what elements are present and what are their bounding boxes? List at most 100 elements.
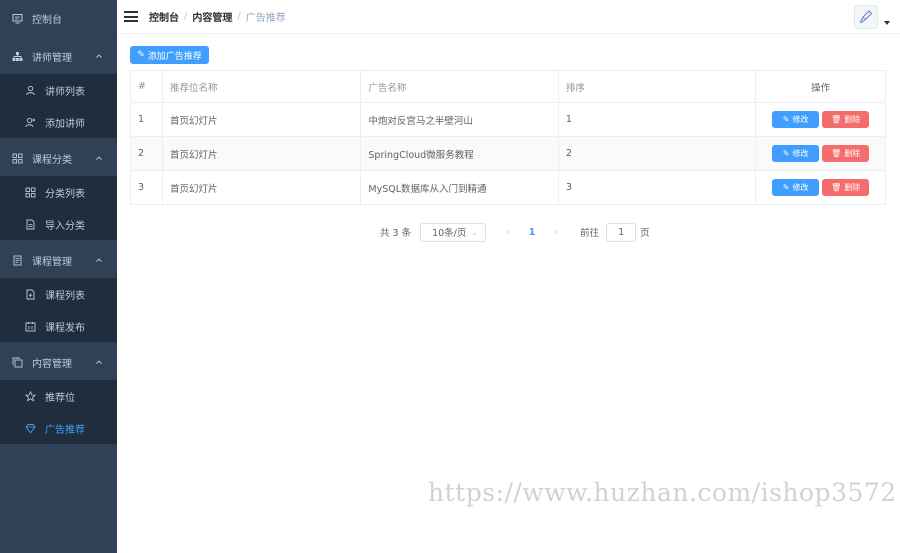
sidebar-group-label: 课程管理 [32,256,72,268]
delete-label: 删除 [844,115,861,124]
pagination: 共 3 条 10条/页 ⌄ ‹ 1 › 前往 页 [380,222,650,242]
goto-suffix: 页 [640,228,650,239]
sidebar-item-ad-recommend[interactable]: 广告推荐 [0,412,117,444]
chevron-up-icon [96,156,102,160]
page-size-value: 10条/页 [432,228,467,239]
sidebar-item-label: 添加讲师 [45,118,85,130]
next-page-button[interactable]: › [546,227,566,238]
cell-position: 首页幻灯片 [163,103,362,136]
sidebar-item-label: 课程发布 [45,322,85,334]
edit-button[interactable]: ✎ 修改 [772,179,820,196]
sidebar-item-add-teacher[interactable]: 添加讲师 [0,106,117,138]
avatar[interactable] [854,5,878,29]
goto-prefix: 前往 [580,228,600,239]
goto-page-input[interactable] [606,222,637,242]
sidebar-group-label: 内容管理 [32,358,72,370]
sidebar-item-dashboard[interactable]: 控制台 [0,0,117,36]
table-row: 2 首页幻灯片 SpringCloud微服务教程 2 ✎ 修改 🗑 删除 [131,137,885,171]
delete-label: 删除 [844,183,861,192]
edit-button[interactable]: ✎ 修改 [772,145,820,162]
delete-label: 删除 [844,149,861,158]
trash-icon: 🗑 [831,183,842,192]
trash-icon: 🗑 [831,115,842,124]
cell-sort: 1 [559,103,757,136]
breadcrumb-item[interactable]: 控制台 [149,9,179,24]
hamburger-menu-icon[interactable] [124,11,138,22]
sidebar-item-course-publish[interactable]: 课程发布 [0,310,117,342]
sidebar-group-course[interactable]: 课程管理 [0,242,117,278]
cell-index: 1 [131,103,163,136]
sidebar-item-recommend-position[interactable]: 推荐位 [0,380,117,412]
cell-position: 首页幻灯片 [163,137,362,170]
sidebar-item-label: 广告推荐 [45,424,85,436]
sidebar-item-import-category[interactable]: 导入分类 [0,208,117,240]
navbar: 控制台 / 内容管理 / 广告推荐 [117,0,900,34]
cell-name: 中炮对反宫马之半壁河山 [361,103,559,136]
prev-page-button[interactable]: ‹ [498,227,518,238]
document-add-icon [25,289,36,300]
edit-icon: ✎ [137,50,145,60]
chevron-up-icon [96,54,102,58]
delete-button[interactable]: 🗑 删除 [822,145,870,162]
page-number[interactable]: 1 [522,227,542,238]
breadcrumb-current: 广告推荐 [245,13,286,24]
add-ad-recommend-button[interactable]: ✎ 添加广告推荐 [130,46,209,64]
edit-label: 修改 [792,183,809,192]
cell-actions: ✎ 修改 🗑 删除 [756,137,885,170]
cell-sort: 2 [559,137,757,170]
sidebar-item-course-list[interactable]: 课程列表 [0,278,117,310]
ad-table: # 推荐位名称 广告名称 排序 操作 1 首页幻灯片 中炮对反宫马之半壁河山 1… [130,70,886,205]
sidebar-item-category-list[interactable]: 分类列表 [0,176,117,208]
trash-icon: 🗑 [831,149,842,158]
user-icon [25,85,36,96]
chevron-up-icon [96,360,102,364]
pagination-total: 共 3 条 [380,228,412,239]
edit-icon: ✎ [782,149,790,158]
date-icon [25,321,36,332]
cell-actions: ✎ 修改 🗑 删除 [756,103,885,136]
edit-button[interactable]: ✎ 修改 [772,111,820,128]
user-add-icon [25,117,36,128]
sidebar-group-label: 课程分类 [32,154,72,166]
sidebar-group-label: 讲师管理 [32,52,72,64]
notebook-icon [12,255,23,266]
column-header: # [131,71,163,102]
brush-icon [859,10,873,24]
sitemap-icon [12,51,23,62]
sidebar: 控制台 讲师管理 讲师列表 添加讲师 课程分类 分类列表 导入分类 课程管理 课… [0,0,117,553]
sidebar-item-label: 课程列表 [45,290,85,302]
chevron-up-icon [96,258,102,262]
sidebar-group-content[interactable]: 内容管理 [0,344,117,380]
column-header: 推荐位名称 [163,71,362,102]
sidebar-item-label: 推荐位 [45,392,75,404]
table-row: 3 首页幻灯片 MySQL数据库从入门到精通 3 ✎ 修改 🗑 删除 [131,171,885,205]
document-icon [25,219,36,230]
column-header: 广告名称 [361,71,559,102]
edit-icon: ✎ [782,183,790,192]
delete-button[interactable]: 🗑 删除 [822,179,870,196]
edit-label: 修改 [792,149,809,158]
breadcrumb-separator: / [237,11,241,22]
grid-icon [12,153,23,164]
sidebar-item-teacher-list[interactable]: 讲师列表 [0,74,117,106]
cell-position: 首页幻灯片 [163,171,362,204]
sidebar-item-label: 导入分类 [45,220,85,232]
copy-document-icon [12,357,23,368]
page-size-select[interactable]: 10条/页 ⌄ [420,222,487,242]
user-dropdown[interactable] [854,5,890,29]
watermark: https://www.huzhan.com/ishop3572 [428,478,897,507]
edit-label: 修改 [792,115,809,124]
sidebar-item-label: 控制台 [32,14,62,26]
table-header-row: # 推荐位名称 广告名称 排序 操作 [131,71,885,103]
cell-name: SpringCloud微服务教程 [361,137,559,170]
cell-index: 2 [131,137,163,170]
table-row: 1 首页幻灯片 中炮对反宫马之半壁河山 1 ✎ 修改 🗑 删除 [131,103,885,137]
diamond-icon [25,423,36,434]
cell-name: MySQL数据库从入门到精通 [361,171,559,204]
sidebar-group-teacher[interactable]: 讲师管理 [0,38,117,74]
delete-button[interactable]: 🗑 删除 [822,111,870,128]
monitor-icon [12,13,23,24]
breadcrumb: 控制台 / 内容管理 / 广告推荐 [149,9,286,24]
sidebar-group-category[interactable]: 课程分类 [0,140,117,176]
column-header: 排序 [559,71,757,102]
